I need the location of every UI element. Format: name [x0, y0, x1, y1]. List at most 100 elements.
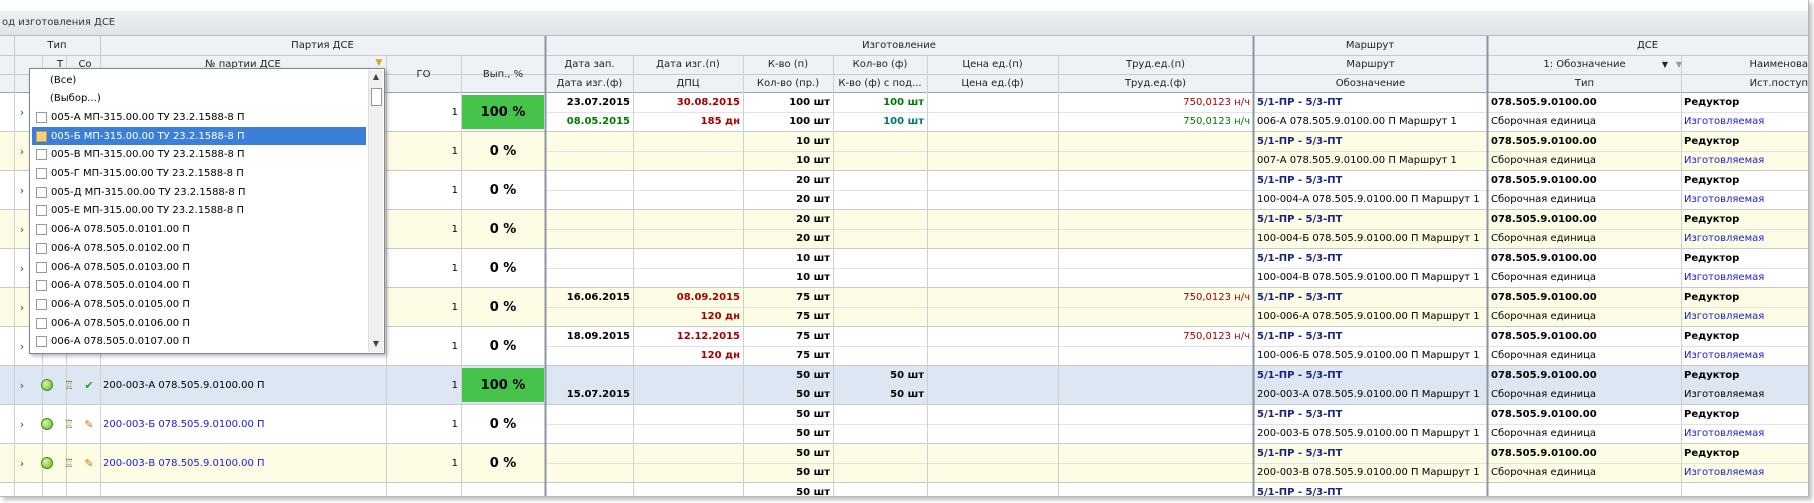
checkbox[interactable] — [36, 261, 47, 273]
col-header-cena-f[interactable]: Цена ед.(ф) — [927, 74, 1058, 93]
filter-option[interactable]: 005-Д МП-315.00.00 ТУ 23.2.1588-8 П — [32, 183, 366, 201]
filter-option[interactable]: 005-Б МП-315.00.00 ТУ 23.2.1588-8 П — [32, 127, 366, 146]
filter-option-label: 006-А 078.505.0.0105.00 П — [51, 298, 190, 310]
col-header-oboznachenie[interactable]: 1: Обозначение — [1488, 55, 1681, 74]
filter-option-special[interactable]: (Все) — [32, 71, 384, 89]
expand-row-icon[interactable]: › — [17, 301, 27, 314]
filter-option-label: 005-Д МП-315.00.00 ТУ 23.2.1588-8 П — [51, 186, 246, 198]
expand-row-icon[interactable]: › — [17, 223, 27, 236]
checkbox[interactable] — [36, 242, 47, 254]
col-header-data-izg-f[interactable]: Дата изг.(ф) — [546, 74, 633, 93]
filter-option[interactable]: 005-А МП-315.00.00 ТУ 23.2.1588-8 П — [32, 108, 366, 126]
checkbox[interactable] — [36, 130, 47, 142]
dropdown-scrollbar[interactable]: ▲ ▼ — [368, 70, 383, 352]
band-dse: ДСЕ — [1636, 40, 1659, 51]
checkbox[interactable] — [36, 168, 47, 179]
col-header-kvo-pr[interactable]: Кол-во (пр.) — [743, 74, 833, 93]
col-header-kvo-p[interactable]: К-во (п) — [743, 55, 833, 74]
sort-desc-icon[interactable]: ▼ — [1660, 56, 1670, 72]
tip: Сборочная единица — [1491, 467, 1597, 478]
kvo-f-pod — [833, 463, 927, 482]
kvo-f — [833, 132, 927, 151]
col-header-trud-f[interactable]: Труд.ед.(ф) — [1058, 74, 1253, 93]
expand-row-icon[interactable]: › — [20, 496, 24, 497]
date-izg-f — [546, 151, 633, 170]
scroll-thumb[interactable] — [371, 88, 382, 106]
marshrut: 5/1-ПР - 5/3-ПТ — [1257, 448, 1343, 459]
trud-f — [1058, 346, 1253, 365]
kvo-f — [833, 405, 927, 424]
col-header-vyp[interactable]: Вып., % — [461, 55, 545, 93]
expand-row-icon[interactable]: › — [17, 106, 27, 119]
type-assembly-icon: ♖ — [62, 495, 76, 497]
filter-icon[interactable]: ▼ — [1674, 56, 1684, 72]
filter-option[interactable]: 006-А 078.505.0.0102.00 П — [32, 239, 366, 257]
expand-row-icon[interactable]: › — [17, 340, 27, 353]
expand-row-icon[interactable]: › — [17, 145, 27, 158]
col-header-dpc[interactable]: ДПЦ — [633, 74, 743, 93]
marshrut-oboznachenie: 100-006-Б 078.505.9.0100.00 П Маршрут 1 — [1257, 350, 1480, 361]
checkbox[interactable] — [36, 317, 47, 329]
group-panel-caption: од изготовления ДСЕ — [2, 17, 116, 28]
col-header-go[interactable]: ГО — [386, 55, 461, 93]
state-edit-icon: ✎ — [84, 456, 94, 470]
col-header-ist-post[interactable]: Ист.поступ — [1688, 74, 1808, 93]
go-value: 1 — [451, 263, 458, 274]
col-header-marshrut-oboz[interactable]: Обозначение — [1254, 74, 1487, 93]
oboznachenie: 078.505.9.0100.00 — [1491, 97, 1597, 108]
col-header-naimenovanie[interactable]: Наименова — [1688, 55, 1808, 74]
tip: Сборочная единица — [1491, 350, 1597, 361]
go-value: 1 — [451, 224, 458, 235]
filter-option-label: 006-А 078.505.0.0104.00 П — [51, 280, 190, 292]
party-number: 200-003-А 078.505.9.0100.00 П — [103, 380, 265, 391]
dpc — [633, 424, 743, 443]
col-header-cena-p[interactable]: Цена ед.(п) — [927, 55, 1058, 74]
checkbox[interactable] — [36, 186, 47, 198]
dpc — [633, 463, 743, 482]
checkbox[interactable] — [36, 205, 47, 217]
expand-row-icon[interactable]: › — [17, 262, 27, 275]
scroll-down-icon[interactable]: ▼ — [371, 339, 381, 349]
date-izg-f — [546, 307, 633, 326]
expand-row-icon[interactable]: › — [17, 379, 27, 392]
filter-option[interactable]: 006-А 078.505.0.0106.00 П — [32, 314, 366, 332]
col-header-kvo-f-pod[interactable]: К-во (ф) с под... — [833, 74, 927, 93]
filter-option[interactable]: 006-А 078.505.0.0103.00 П — [32, 258, 366, 276]
filter-option-special[interactable]: (Выбор...) — [32, 90, 384, 108]
scroll-up-icon[interactable]: ▲ — [371, 72, 381, 82]
col-header-kvo-f[interactable]: Кол-во (ф) — [833, 55, 927, 74]
naimenovanie: Редуктор — [1684, 331, 1740, 342]
expand-row-icon[interactable]: › — [17, 184, 27, 197]
col-header-marshrut[interactable]: Маршрут — [1254, 55, 1487, 74]
filter-option-label: 005-Г МП-315.00.00 ТУ 23.2.1588-8 П — [51, 168, 244, 179]
filter-icon[interactable]: ▼ — [374, 58, 384, 68]
col-header-tip[interactable]: Тип — [1488, 74, 1681, 93]
status-ok-icon — [40, 417, 54, 431]
marshrut-oboznachenie: 200-003-В 078.505.9.0100.00 П Маршрут 1 — [1257, 467, 1480, 478]
col-header-data-zap[interactable]: Дата зап. — [546, 55, 633, 74]
filter-option[interactable]: 005-В МП-315.00.00 ТУ 23.2.1588-8 П — [32, 146, 366, 164]
filter-option[interactable]: 005-Г МП-315.00.00 ТУ 23.2.1588-8 П — [32, 165, 366, 183]
filter-option[interactable]: 006-А 078.505.0.0104.00 П — [32, 277, 366, 295]
trud-f — [1058, 268, 1253, 287]
checkbox[interactable] — [36, 280, 47, 292]
dpc — [633, 151, 743, 170]
checkbox[interactable] — [36, 336, 47, 348]
expand-row-icon[interactable]: › — [17, 457, 27, 470]
filter-option[interactable]: 006-А 078.505.0.0105.00 П — [32, 295, 366, 313]
filter-option[interactable]: 006-А 078.505.0.0101.00 П — [32, 221, 366, 239]
filter-option[interactable]: 005-Е МП-315.00.00 ТУ 23.2.1588-8 П — [32, 202, 366, 220]
checkbox[interactable] — [36, 298, 47, 310]
date-izg-p — [633, 132, 743, 151]
checkbox[interactable] — [36, 111, 47, 123]
state-edit-icon: ✎ — [84, 417, 94, 431]
checkbox[interactable] — [36, 224, 47, 236]
col-header-data-izg-p[interactable]: Дата изг.(п) — [633, 55, 743, 74]
expand-row-icon[interactable]: › — [17, 418, 27, 431]
state-complete-icon: ✔ — [84, 378, 94, 392]
filter-option[interactable]: 006-А 078.505.0.0107.00 П — [32, 333, 366, 351]
filter-dropdown[interactable]: (Все) (Выбор...) 005-А МП-315.00.00 ТУ 23.… — [29, 68, 385, 354]
checkbox[interactable] — [36, 149, 47, 161]
date-zap — [546, 132, 633, 151]
col-header-trud-p[interactable]: Труд.ед.(п) — [1058, 55, 1253, 74]
